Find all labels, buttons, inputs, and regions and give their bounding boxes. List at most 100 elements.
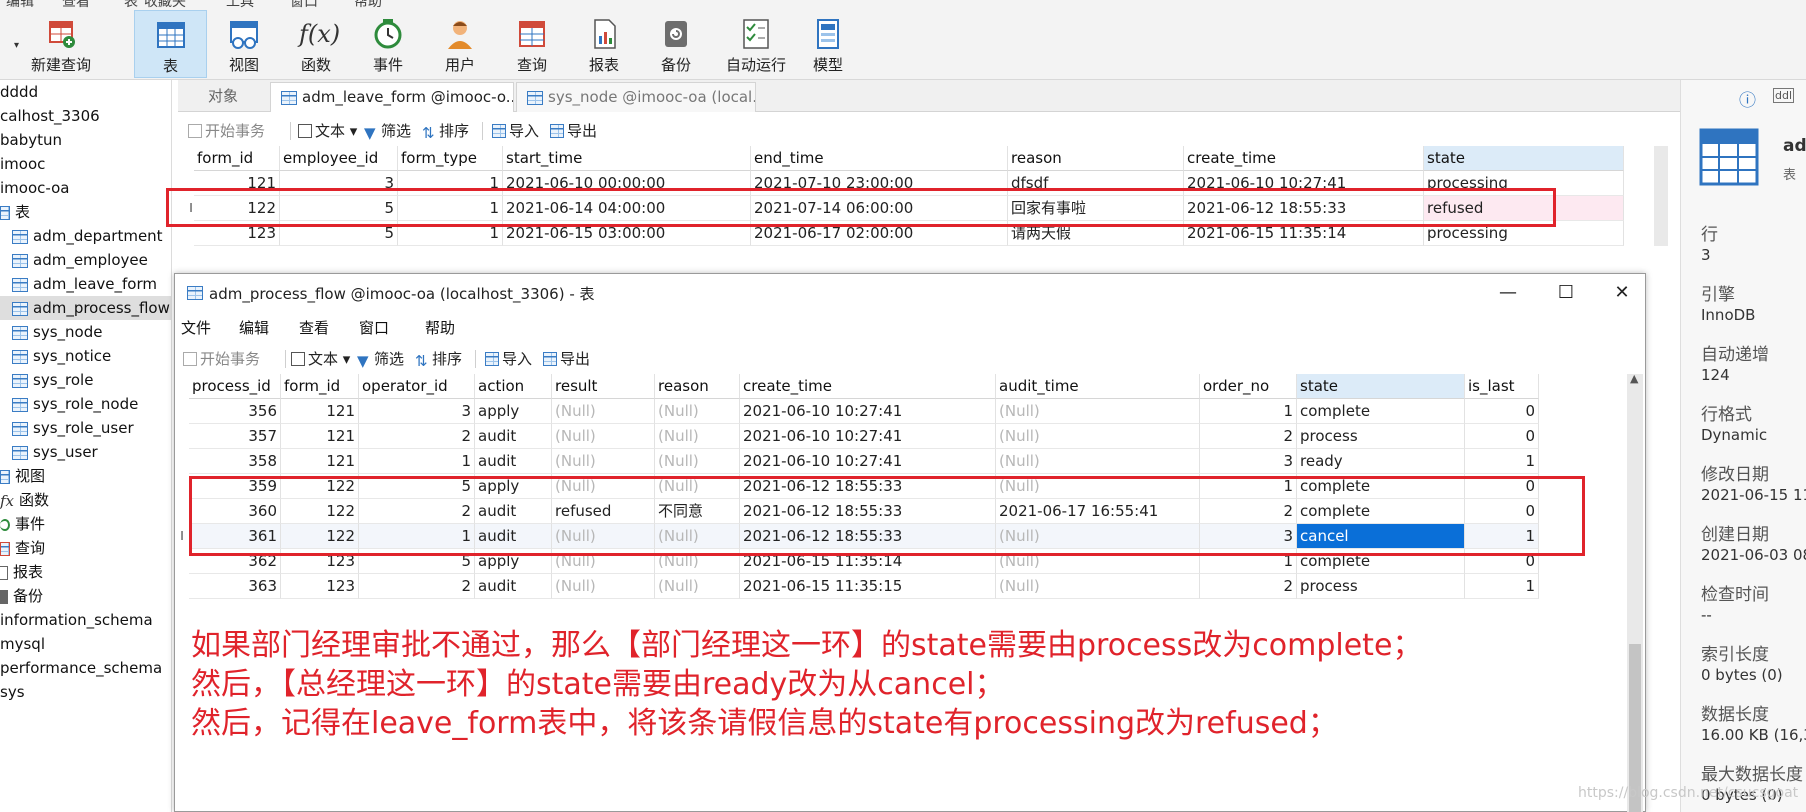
menu-help[interactable]: 帮助 xyxy=(425,317,455,338)
scrollbar[interactable]: ▲ xyxy=(1627,372,1643,812)
cell[interactable]: 2021-06-15 11:35:15 xyxy=(740,574,996,599)
export-button[interactable]: 导出 xyxy=(543,348,590,369)
column-header[interactable]: reason xyxy=(655,374,740,399)
backup-button[interactable]: 备份 xyxy=(641,10,711,78)
tree-item-dddd[interactable]: dddd xyxy=(0,80,38,104)
cell[interactable]: (Null) xyxy=(996,574,1200,599)
tree-item-adm-department[interactable]: adm_department xyxy=(12,224,163,248)
column-header[interactable]: end_time xyxy=(751,146,1008,171)
new-query-button[interactable]: 新建查询 xyxy=(24,10,98,78)
cell[interactable]: (Null) xyxy=(996,449,1200,474)
cell[interactable]: ready xyxy=(1297,449,1465,474)
cell[interactable]: 2021-06-10 10:27:41 xyxy=(740,399,996,424)
cell[interactable]: 2 xyxy=(1200,574,1297,599)
tree-item-sys-role-user[interactable]: sys_role_user xyxy=(12,416,134,440)
cell[interactable]: 2 xyxy=(1200,424,1297,449)
column-header[interactable]: create_time xyxy=(1184,146,1424,171)
tab-adm-leave-form[interactable]: adm_leave_form @imooc-o... xyxy=(270,82,514,112)
cell[interactable]: (Null) xyxy=(655,399,740,424)
cell[interactable]: 1 xyxy=(1465,449,1539,474)
cell[interactable]: 356 xyxy=(189,399,281,424)
table-row[interactable]: 358 121 1 audit (Null) (Null) 2021-06-10 10:27… xyxy=(189,449,1539,474)
menu-favorites[interactable]: 收藏夹 xyxy=(144,0,186,10)
tree-item-views-folder[interactable]: 视图 xyxy=(0,464,45,488)
column-header[interactable]: state xyxy=(1297,374,1465,399)
tree-item-localhost[interactable]: calhost_3306 xyxy=(0,104,100,128)
column-header[interactable]: form_id xyxy=(281,374,359,399)
column-header[interactable]: reason xyxy=(1008,146,1184,171)
ddl-icon[interactable]: ddl xyxy=(1773,88,1795,103)
info-icon[interactable]: ⓘ xyxy=(1739,86,1756,111)
column-header[interactable]: create_time xyxy=(740,374,996,399)
column-header[interactable]: audit_time xyxy=(996,374,1200,399)
text-view-button[interactable]: 文本 ▾ xyxy=(298,120,357,141)
cell[interactable]: process xyxy=(1297,424,1465,449)
cell[interactable]: 121 xyxy=(281,449,359,474)
cell[interactable]: (Null) xyxy=(655,449,740,474)
column-header[interactable]: form_type xyxy=(398,146,503,171)
cell[interactable]: (Null) xyxy=(552,399,655,424)
cell[interactable]: 1 xyxy=(1465,574,1539,599)
column-header[interactable]: order_no xyxy=(1200,374,1297,399)
scroll-up-icon[interactable]: ▲ xyxy=(1630,372,1638,385)
cell[interactable]: 0 xyxy=(1465,424,1539,449)
cell[interactable]: (Null) xyxy=(552,424,655,449)
begin-transaction-button[interactable]: 开始事务 xyxy=(183,348,260,369)
menu-edit[interactable]: 编辑 xyxy=(239,317,269,338)
menu-table[interactable]: 表 xyxy=(124,0,138,10)
table-row[interactable]: 356 121 3 apply (Null) (Null) 2021-06-10 10:27… xyxy=(189,399,1539,424)
tree-item-sys-role[interactable]: sys_role xyxy=(12,368,93,392)
cell[interactable]: 121 xyxy=(281,399,359,424)
tree-item-adm-process-flow[interactable]: adm_process_flow xyxy=(0,296,171,320)
view-button[interactable]: 视图 xyxy=(209,10,279,78)
tree-item-sys-node[interactable]: sys_node xyxy=(12,320,102,344)
menu-edit[interactable]: 编辑 xyxy=(6,0,34,10)
cell[interactable]: 3 xyxy=(1200,449,1297,474)
sort-button[interactable]: ⇅ 排序 xyxy=(415,348,462,370)
chevron-down-icon[interactable]: ▾ xyxy=(14,40,19,51)
tree-item-functions-folder[interactable]: fx 函数 xyxy=(0,488,49,512)
cell[interactable]: (Null) xyxy=(552,574,655,599)
table-row[interactable]: 363 123 2 audit (Null) (Null) 2021-06-15 11:35… xyxy=(189,574,1539,599)
user-button[interactable]: 用户 xyxy=(425,10,495,78)
tree-item-information-schema[interactable]: information_schema xyxy=(0,608,153,632)
function-button[interactable]: f(x) 函数 xyxy=(281,10,351,78)
sort-button[interactable]: ⇅ 排序 xyxy=(422,120,469,142)
model-button[interactable]: 模型 xyxy=(793,10,863,78)
window-titlebar[interactable]: adm_process_flow @imooc-oa (localhost_33… xyxy=(175,274,1645,312)
tree-item-sys-role-node[interactable]: sys_role_node xyxy=(12,392,138,416)
tree-item-babytun[interactable]: babytun xyxy=(0,128,62,152)
cell[interactable]: (Null) xyxy=(655,424,740,449)
minimize-button[interactable]: — xyxy=(1485,278,1531,308)
scrollbar[interactable] xyxy=(1654,146,1668,246)
cell[interactable]: complete xyxy=(1297,399,1465,424)
cell[interactable]: (Null) xyxy=(552,449,655,474)
cell[interactable]: 1 xyxy=(359,449,475,474)
tree-item-sys-user[interactable]: sys_user xyxy=(12,440,98,464)
tree-item-tables-folder[interactable]: 表 xyxy=(0,200,30,224)
cell[interactable]: 358 xyxy=(189,449,281,474)
cell[interactable]: 3 xyxy=(359,399,475,424)
menu-help[interactable]: 帮助 xyxy=(354,0,382,10)
cell[interactable]: audit xyxy=(475,424,552,449)
autorun-button[interactable]: 自动运行 xyxy=(716,10,796,78)
close-button[interactable]: ✕ xyxy=(1599,278,1645,308)
cell[interactable]: audit xyxy=(475,574,552,599)
cell[interactable]: audit xyxy=(475,449,552,474)
menu-view[interactable]: 查看 xyxy=(299,317,329,338)
menu-tools[interactable]: 工具 xyxy=(226,0,254,10)
maximize-button[interactable]: ☐ xyxy=(1543,278,1589,308)
column-header[interactable]: state xyxy=(1424,146,1624,171)
cell[interactable]: process xyxy=(1297,574,1465,599)
cell[interactable]: apply xyxy=(475,399,552,424)
event-button[interactable]: 事件 xyxy=(353,10,423,78)
cell[interactable]: (Null) xyxy=(996,424,1200,449)
cell[interactable]: 121 xyxy=(281,424,359,449)
tree-item-events-folder[interactable]: 事件 xyxy=(0,512,45,536)
export-button[interactable]: 导出 xyxy=(550,120,597,141)
menu-view[interactable]: 查看 xyxy=(62,0,90,10)
import-button[interactable]: 导入 xyxy=(492,120,539,141)
tree-item-queries-folder[interactable]: 查询 xyxy=(0,536,45,560)
cell[interactable]: 0 xyxy=(1465,399,1539,424)
column-header[interactable]: operator_id xyxy=(359,374,475,399)
